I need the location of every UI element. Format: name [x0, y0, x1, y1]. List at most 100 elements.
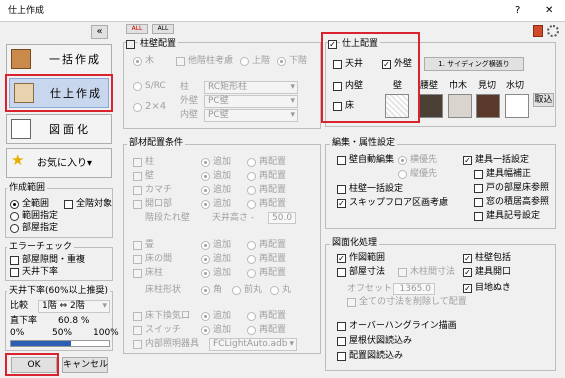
gear-icon[interactable]	[547, 25, 559, 37]
maru-half-radio[interactable]	[232, 286, 241, 295]
inner-select[interactable]: PC壁	[204, 109, 298, 122]
pillar-select[interactable]: RC矩形柱	[204, 81, 298, 94]
create-checkbox[interactable]: ✓	[337, 254, 346, 263]
close-button[interactable]: ✕	[545, 5, 553, 16]
tategu-open-checkbox[interactable]: ✓	[463, 268, 472, 277]
roof-checkbox[interactable]	[337, 337, 346, 346]
all-off-button[interactable]: ALL	[152, 24, 174, 34]
help-button[interactable]: ?	[515, 5, 520, 16]
buzai-item-6-checkbox[interactable]	[133, 269, 142, 278]
col-mark-label: 柱壁包括	[475, 253, 512, 263]
buzai-item-5-add-radio[interactable]	[201, 255, 210, 264]
ceiling-rate-checkbox[interactable]	[10, 268, 19, 277]
light-select[interactable]: FCLightAuto.adb	[209, 338, 297, 351]
buzai-item-8-checkbox[interactable]	[133, 326, 142, 335]
eye-label: 目地ぬき	[475, 283, 511, 293]
buzai-item-1-add-radio[interactable]	[201, 172, 210, 181]
room-dim-checkbox[interactable]	[337, 268, 346, 277]
buzai-item-0-replace-radio[interactable]	[247, 158, 256, 167]
kaku-radio[interactable]	[201, 286, 210, 295]
col-mark-checkbox[interactable]: ✓	[463, 254, 472, 263]
buzai-item-2-checkbox[interactable]	[133, 186, 142, 195]
cancel-button[interactable]: キャンセル	[62, 357, 108, 373]
mikiri-swatch[interactable]	[476, 94, 500, 118]
buzai-item-0-label: 柱	[145, 157, 155, 167]
all-on-button[interactable]: ALL	[126, 24, 148, 34]
mizukiri-swatch[interactable]	[505, 94, 529, 118]
ikkatsu-button[interactable]: 一括作成	[6, 44, 112, 75]
kabe-checkbox[interactable]	[126, 40, 135, 49]
wood-radio[interactable]	[133, 57, 142, 66]
buzai-item-8-add-radio[interactable]	[201, 326, 210, 335]
tategu-no-checkbox[interactable]	[474, 212, 483, 221]
src-radio[interactable]	[133, 82, 142, 91]
book-icon[interactable]	[533, 25, 543, 37]
buzai-item-5-replace-radio[interactable]	[247, 255, 256, 264]
horiz-radio[interactable]	[398, 156, 407, 165]
buzai-item-7-add-radio[interactable]	[201, 312, 210, 321]
buzai-item-4-replace-radio[interactable]	[247, 241, 256, 250]
buzai-item-6-add-radio[interactable]	[201, 269, 210, 278]
buzai-item-3-checkbox[interactable]	[133, 200, 142, 209]
haba-swatch[interactable]	[448, 94, 472, 118]
house-icon	[11, 49, 31, 69]
buzai-item-1-replace-radio[interactable]	[247, 172, 256, 181]
favorite-label: お気に入り▾	[37, 158, 93, 169]
buzai-item-2-add-radio[interactable]	[201, 186, 210, 195]
zumenka-button[interactable]: 図面化	[6, 114, 112, 144]
buzai-item-2-replace-radio[interactable]	[247, 186, 256, 195]
buzai-item-9-checkbox[interactable]	[133, 340, 142, 349]
buzai-item-8-replace-radio[interactable]	[247, 326, 256, 335]
buzai-item-8-label: スイッチ	[145, 325, 182, 335]
edit-title: 編集・属性設定	[330, 138, 398, 149]
overhang-checkbox[interactable]	[337, 322, 346, 331]
all-target-checkbox[interactable]	[64, 200, 73, 209]
skip-flip-checkbox[interactable]: ✓	[337, 199, 346, 208]
outer-select[interactable]: PC壁	[204, 95, 298, 108]
range-all-radio[interactable]	[10, 200, 19, 209]
buzai-item-1-checkbox[interactable]	[133, 172, 142, 181]
x24-radio[interactable]	[133, 103, 142, 112]
mizukiri-label: 水切	[506, 81, 525, 91]
tategu-width-checkbox[interactable]	[474, 170, 483, 179]
buzai-item-0-add-radio[interactable]	[201, 158, 210, 167]
window-flip-checkbox[interactable]	[474, 198, 483, 207]
favorite-button[interactable]: ★ お気に入り▾	[6, 148, 112, 178]
buzai-item-3-replace-radio[interactable]	[247, 200, 256, 209]
room-spec-radio[interactable]	[10, 224, 19, 233]
other-col-checkbox[interactable]	[176, 57, 185, 66]
buzai-item-3-add-radio[interactable]	[201, 200, 210, 209]
buzai-item-5-checkbox[interactable]	[133, 255, 142, 264]
buzai-item-6-replace-radio[interactable]	[247, 269, 256, 278]
layout-checkbox[interactable]	[337, 352, 346, 361]
koshi-label: 腰壁	[420, 81, 439, 91]
tategu-bulk-checkbox[interactable]: ✓	[463, 156, 472, 165]
title-bar: 仕上作成 ? ✕	[0, 0, 565, 22]
buzai-item-4-add-radio[interactable]	[201, 241, 210, 250]
door-flip-checkbox[interactable]	[474, 184, 483, 193]
toride-button[interactable]: 取込	[533, 93, 554, 107]
ceil-h-input[interactable]: 50.0	[268, 212, 296, 224]
delete-all-checkbox[interactable]	[347, 298, 356, 307]
compare-select[interactable]: 1階 ⇔ 2階	[38, 300, 110, 313]
room-gap-checkbox[interactable]	[10, 256, 19, 265]
buzai-item-7-checkbox[interactable]	[133, 312, 142, 321]
lower-radio[interactable]	[277, 57, 286, 66]
koshi-swatch[interactable]	[419, 94, 443, 118]
eye-checkbox[interactable]: ✓	[463, 284, 472, 293]
buzai-item-4-checkbox[interactable]	[133, 241, 142, 250]
upper-radio[interactable]	[240, 57, 249, 66]
offset-input[interactable]: 1365.0	[393, 283, 435, 295]
ceil-h-label: 天井高さ -	[212, 213, 255, 223]
siding-button[interactable]: 1. サイディング横張り	[424, 57, 524, 71]
range-spec-radio[interactable]	[10, 212, 19, 221]
collapse-button[interactable]: «	[91, 25, 108, 39]
buzai-item-0-checkbox[interactable]	[133, 158, 142, 167]
wall-auto-label: 壁自動編集	[349, 155, 395, 165]
buzai-item-7-replace-radio[interactable]	[247, 312, 256, 321]
vert-radio[interactable]	[398, 170, 407, 179]
wood-dim-checkbox[interactable]	[398, 268, 407, 277]
wall-auto-checkbox[interactable]	[337, 156, 346, 165]
col-bulk-checkbox[interactable]	[337, 185, 346, 194]
maru-radio[interactable]	[270, 286, 279, 295]
